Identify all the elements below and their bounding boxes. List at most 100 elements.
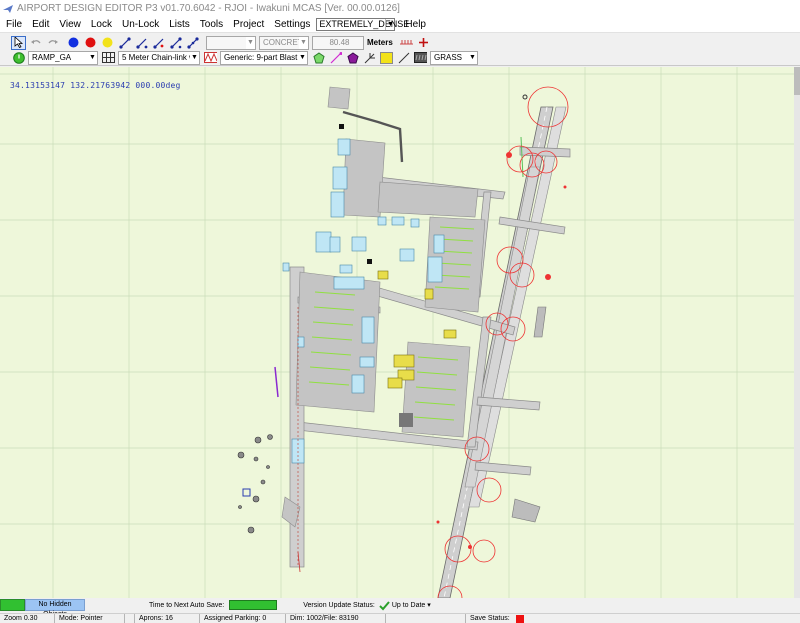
link-tool-5-button[interactable] (185, 36, 200, 50)
fence-grid-icon (102, 52, 115, 63)
status-row-bottom: Zoom 0.30 Mode: Pointer Aprons: 16 Assig… (0, 613, 800, 623)
object-tool-button[interactable] (345, 51, 360, 65)
diagonal-line-button[interactable] (396, 51, 411, 65)
density-value: EXTREMELY_DENSE (319, 19, 410, 29)
link-arrow-icon (135, 38, 147, 49)
menu-settings[interactable]: Settings (274, 19, 310, 30)
airport-drawing (0, 67, 800, 598)
map-canvas[interactable]: 34.13153147 132.21763942 000.00deg (0, 67, 800, 598)
polygon-tool-button[interactable] (311, 51, 326, 65)
cursor-coordinates: 34.13153147 132.21763942 000.00deg (10, 81, 181, 90)
link-path-icon (186, 36, 199, 49)
scrollbar-thumb[interactable] (794, 67, 800, 95)
chevron-down-icon: ▼ (190, 51, 199, 64)
yellow-swatch-icon (380, 51, 393, 64)
version-status-label: Version Update Status: (303, 601, 375, 609)
redo-button[interactable] (45, 36, 60, 50)
ramp-start-icon (12, 51, 25, 64)
app-window: AIRPORT DESIGN EDITOR P3 v01.70.6042 - R… (0, 0, 800, 623)
pointer-tool-button[interactable] (11, 35, 26, 50)
yellow-node-button[interactable] (100, 36, 115, 50)
link-tool-1-button[interactable] (117, 36, 132, 50)
vertical-scrollbar[interactable] (794, 67, 800, 598)
ramp-type-select[interactable]: RAMP_GA ▼ (28, 50, 98, 65)
link-type-select[interactable]: ▼ (206, 35, 256, 50)
blast-fence-tool-button[interactable] (203, 51, 218, 65)
plus-icon (418, 38, 428, 47)
menu-project[interactable]: Project (233, 19, 264, 30)
aprons (281, 86, 486, 528)
yellow-dot-icon (102, 37, 113, 48)
toolbar-bottom: RAMP_GA ▼ 5 Meter Chain-link with ▼ Gene… (0, 50, 800, 66)
menu-lists[interactable]: Lists (169, 19, 190, 30)
chevron-down-icon: ▼ (246, 36, 255, 49)
edge-lights-icon (399, 39, 413, 44)
density-select[interactable]: EXTREMELY_DENSE ▼ (316, 18, 409, 31)
autosave-label: Time to Next Auto Save: (149, 601, 225, 609)
link-tool-2-button[interactable] (134, 36, 149, 50)
line-tool-button[interactable] (328, 51, 343, 65)
undo-icon (30, 39, 41, 44)
redo-icon (47, 39, 58, 44)
pointer-icon (14, 37, 23, 48)
menu-view[interactable]: View (59, 19, 81, 30)
red-node-button[interactable] (83, 36, 98, 50)
windsock-icon (364, 52, 375, 63)
save-status-label: Save Status: (470, 614, 510, 622)
blue-node-button[interactable] (66, 36, 81, 50)
polygon-green-icon (312, 51, 325, 63)
chevron-down-icon: ▼ (385, 19, 394, 30)
menu-lock[interactable]: Lock (91, 19, 112, 30)
zoom-status: Zoom 0.30 (0, 613, 55, 623)
link-join-icon (169, 36, 182, 49)
menu-edit[interactable]: Edit (32, 19, 49, 30)
autosave-progress-bar (229, 600, 278, 610)
windsock-tool-button[interactable] (362, 51, 377, 65)
ground-tool-button[interactable] (413, 51, 428, 65)
up-to-date-text: Up to Date (391, 602, 426, 609)
link-tool-4-button[interactable] (168, 36, 183, 50)
right-apron (511, 306, 547, 523)
chevron-down-icon: ▼ (298, 51, 307, 64)
undo-button[interactable] (28, 36, 43, 50)
file-dim-status: Dim: 1002/File: 83190 (286, 613, 386, 623)
save-status-indicator (515, 614, 524, 623)
ramp-type-value: RAMP_GA (32, 52, 72, 62)
menu-file[interactable]: File (6, 19, 22, 30)
surface-select[interactable]: CONCRETE ▼ (259, 35, 309, 50)
purple-pentagon-icon (346, 51, 359, 63)
link-tool-3-button[interactable] (151, 36, 166, 50)
link-line-icon (118, 36, 131, 49)
menu-tools[interactable]: Tools (200, 19, 223, 30)
blast-fence-value: Generic: 9-part Blast Fen (224, 52, 308, 62)
round-objects (237, 434, 273, 534)
fence-tool-button[interactable] (101, 51, 116, 65)
ground-type-select[interactable]: GRASS ▼ (430, 50, 478, 65)
airplane-app-icon (3, 4, 13, 13)
fence-type-value: 5 Meter Chain-link with (122, 52, 200, 62)
ramp-tool-button[interactable] (11, 51, 26, 65)
blast-fence-icon (204, 52, 217, 63)
width-input[interactable]: 80.48 (312, 35, 364, 50)
menu-unlock[interactable]: Un-Lock (122, 19, 159, 30)
version-status-dropdown[interactable]: Up to Date ▾ (392, 601, 431, 609)
toolbar-top: ▼ CONCRETE ▼ 80.48 Meters (0, 34, 800, 51)
aprons-status: Aprons: 16 (135, 613, 200, 623)
chevron-down-icon: ▼ (88, 51, 97, 64)
edge-lights-button[interactable] (399, 36, 414, 50)
parking-status: Assigned Parking: 0 (200, 613, 286, 623)
chevron-down-icon: ▼ (299, 36, 308, 49)
add-light-button[interactable] (416, 36, 431, 50)
blast-fence-select[interactable]: Generic: 9-part Blast Fen ▼ (220, 50, 308, 65)
status-blank (386, 613, 466, 623)
title-bar: AIRPORT DESIGN EDITOR P3 v01.70.6042 - R… (0, 0, 800, 17)
red-dot-icon (85, 37, 96, 48)
status-row-top: No Hidden Objects Time to Next Auto Save… (0, 598, 800, 618)
chevron-down-icon: ▼ (468, 51, 477, 64)
fence-type-select[interactable]: 5 Meter Chain-link with ▼ (118, 50, 200, 65)
link-split-icon (152, 38, 163, 49)
ground-type-value: GRASS (434, 52, 463, 62)
menu-bar: File Edit View Lock Un-Lock Lists Tools … (0, 17, 800, 33)
hidden-objects-indicator[interactable]: No Hidden Objects (25, 599, 85, 618)
yellow-fill-button[interactable] (379, 51, 394, 65)
